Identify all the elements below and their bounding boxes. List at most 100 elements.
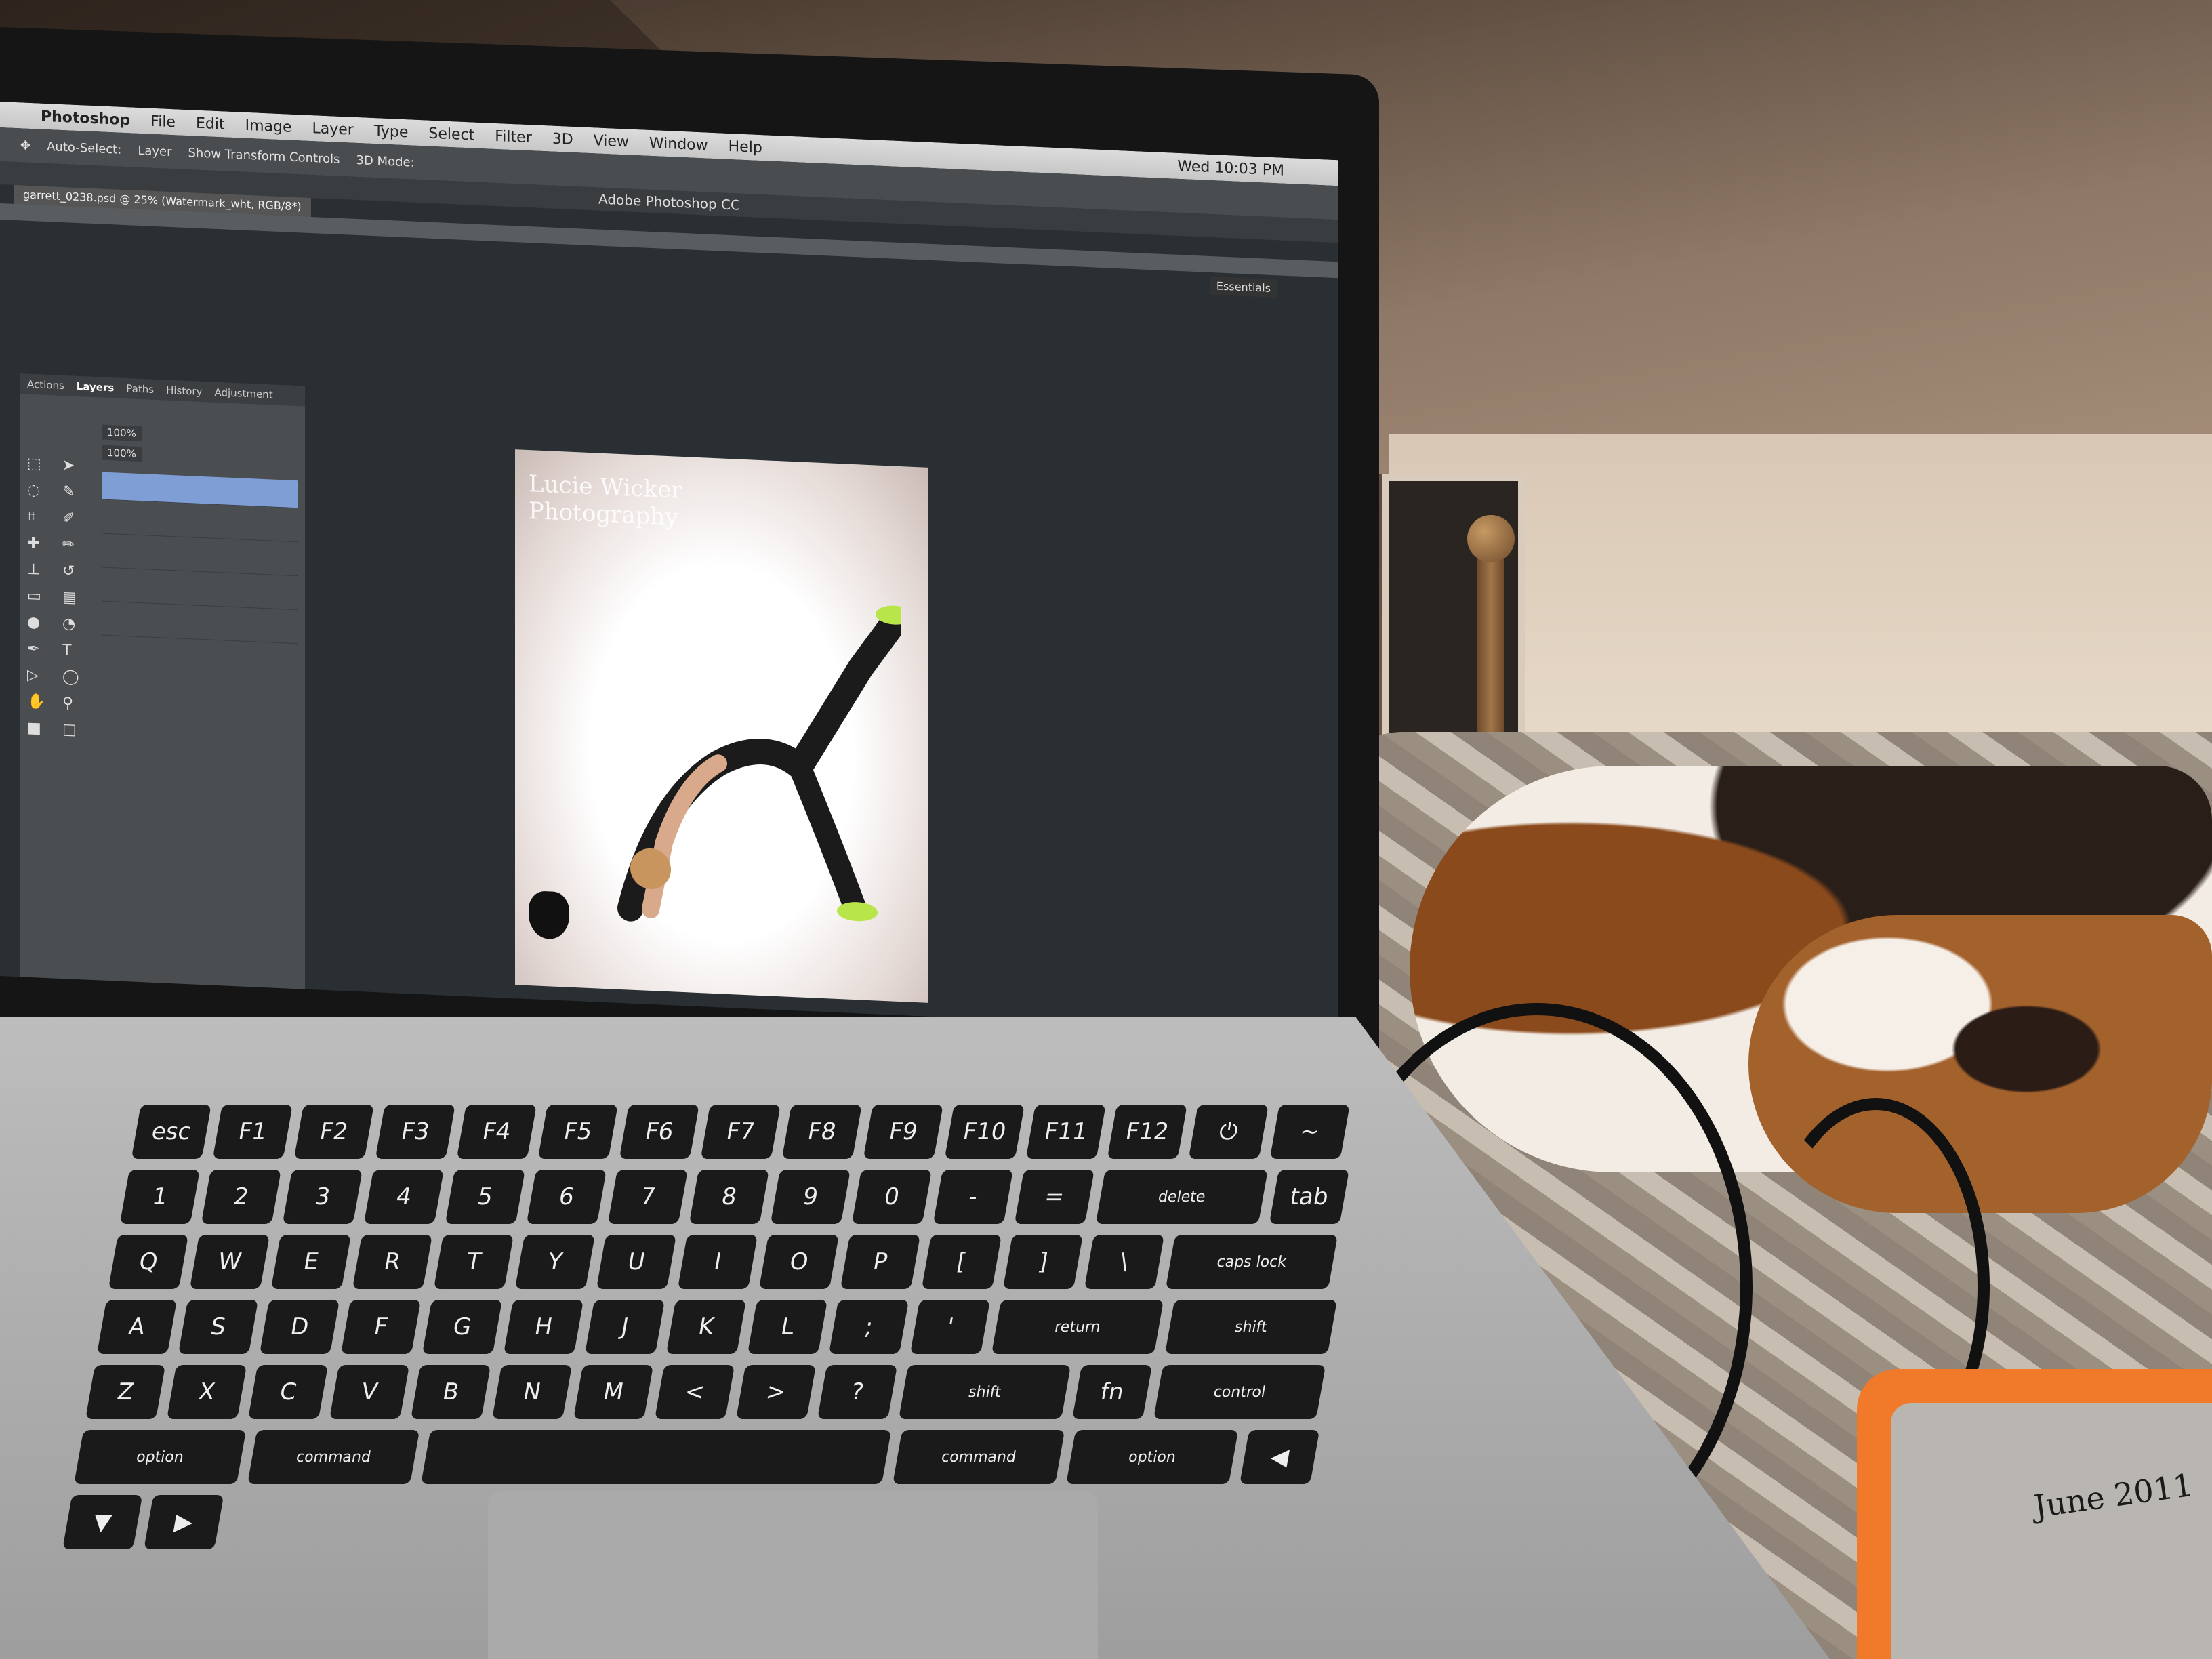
menu-layer[interactable]: Layer	[312, 120, 354, 139]
crop-tool-icon[interactable]: ⌗	[27, 508, 53, 527]
key-r1-3[interactable]: 3	[282, 1170, 363, 1224]
key-r3-3[interactable]: D	[259, 1300, 340, 1354]
key-r3-1[interactable]: A	[96, 1300, 178, 1354]
key-r4-3[interactable]: C	[248, 1365, 329, 1419]
key-r5-5[interactable]: command	[893, 1430, 1065, 1484]
key-r5-3[interactable]: command	[247, 1430, 420, 1484]
key-r2-1[interactable]: Q	[108, 1235, 188, 1289]
key-r0-13[interactable]: ⏻	[1188, 1105, 1269, 1159]
tab-adjustment[interactable]: Adjustment	[214, 386, 272, 401]
key-r5-2[interactable]: option	[74, 1430, 247, 1484]
key-r2-11[interactable]: [	[921, 1235, 1002, 1289]
key-r3-9[interactable]: L	[747, 1300, 828, 1354]
tab-actions[interactable]: Actions	[27, 378, 64, 392]
key-r5-9[interactable]: ▶	[144, 1495, 224, 1549]
key-r3-5[interactable]: G	[422, 1300, 503, 1354]
menu-app-name[interactable]: Photoshop	[41, 108, 130, 129]
key-r5-6[interactable]: option	[1066, 1430, 1239, 1484]
key-r1-10[interactable]: 0	[851, 1170, 932, 1224]
auto-select-target[interactable]: Layer	[138, 143, 171, 159]
key-r4-8[interactable]: <	[655, 1365, 735, 1419]
menu-help[interactable]: Help	[729, 138, 762, 156]
layer-row[interactable]	[102, 506, 298, 543]
key-r0-4[interactable]: F4	[456, 1105, 537, 1159]
key-r2-6[interactable]: Y	[514, 1235, 595, 1289]
key-r0-2[interactable]: F2	[293, 1105, 374, 1159]
key-r2-13[interactable]: \	[1084, 1235, 1164, 1289]
layer-row[interactable]	[102, 607, 298, 644]
menu-3d[interactable]: 3D	[552, 130, 573, 148]
tab-layers[interactable]: Layers	[77, 380, 115, 394]
key-r1-5[interactable]: 5	[445, 1170, 525, 1224]
quick-select-icon[interactable]: ✎	[62, 483, 88, 501]
key-r2-10[interactable]: P	[840, 1235, 920, 1289]
key-r5-0[interactable]: fn	[1072, 1365, 1153, 1419]
background-color-swatch[interactable]: □	[62, 721, 88, 739]
key-r1-1[interactable]: 1	[119, 1170, 200, 1224]
shape-tool-icon[interactable]: ◯	[62, 668, 88, 687]
key-r4-10[interactable]: ?	[817, 1365, 898, 1419]
key-r4-5[interactable]: B	[411, 1365, 491, 1419]
key-r0-5[interactable]: F5	[537, 1105, 618, 1159]
menu-window[interactable]: Window	[649, 134, 708, 154]
menu-file[interactable]: File	[150, 112, 176, 131]
key-r4-9[interactable]: >	[736, 1365, 817, 1419]
type-tool-icon[interactable]: T	[62, 642, 88, 660]
layer-row[interactable]	[102, 539, 298, 577]
key-r1-8[interactable]: 8	[689, 1170, 769, 1224]
key-r5-8[interactable]: ▼	[62, 1495, 143, 1549]
foreground-color-swatch[interactable]: ■	[27, 720, 53, 738]
key-r0-1[interactable]: F1	[212, 1105, 293, 1159]
key-r0-9[interactable]: F9	[863, 1105, 943, 1159]
blur-tool-icon[interactable]: ●	[27, 614, 53, 632]
key-r4-7[interactable]: M	[573, 1365, 654, 1419]
key-r4-2[interactable]: X	[167, 1365, 247, 1419]
opacity-field[interactable]: 100%	[102, 424, 142, 442]
key-r3-4[interactable]: F	[340, 1300, 422, 1354]
hand-tool-icon[interactable]: ✋	[27, 693, 53, 712]
key-space[interactable]	[421, 1430, 892, 1484]
tab-paths[interactable]: Paths	[126, 382, 154, 396]
healing-brush-icon[interactable]: ✚	[27, 535, 53, 553]
gradient-tool-icon[interactable]: ▤	[62, 589, 88, 607]
key-r5-7[interactable]: ◀	[1240, 1430, 1320, 1484]
key-r2-7[interactable]: U	[596, 1235, 676, 1289]
key-r1-12[interactable]: =	[1014, 1170, 1094, 1224]
key-r3-11[interactable]: '	[909, 1300, 991, 1354]
key-r2-5[interactable]: T	[433, 1235, 514, 1289]
key-r0-7[interactable]: F7	[700, 1105, 781, 1159]
workspace-switcher[interactable]: Essentials	[1209, 276, 1277, 298]
key-r3-10[interactable]: ;	[828, 1300, 909, 1354]
key-r2-2[interactable]: W	[189, 1235, 270, 1289]
menu-view[interactable]: View	[594, 132, 629, 150]
document-canvas[interactable]: Lucie Wicker Photography	[515, 449, 928, 1003]
menu-select[interactable]: Select	[428, 125, 474, 144]
key-r3-0[interactable]: caps lock	[1165, 1235, 1338, 1289]
key-r3-8[interactable]: K	[665, 1300, 747, 1354]
marquee-tool-icon[interactable]: ⬚	[27, 455, 53, 474]
key-r3-12[interactable]: return	[991, 1300, 1164, 1354]
key-r3-2[interactable]: S	[178, 1300, 259, 1354]
key-r2-9[interactable]: O	[758, 1235, 839, 1289]
stamp-tool-icon[interactable]: ⊥	[27, 561, 53, 579]
key-r3-7[interactable]: J	[584, 1300, 665, 1354]
key-r1-4[interactable]: 4	[363, 1170, 444, 1224]
key-r4-4[interactable]: V	[329, 1365, 410, 1419]
key-r1-11[interactable]: -	[933, 1170, 1013, 1224]
key-r1-9[interactable]: 9	[770, 1170, 851, 1224]
layer-row[interactable]	[102, 573, 298, 611]
key-r0-8[interactable]: F8	[781, 1105, 862, 1159]
layer-row-selected[interactable]	[102, 472, 298, 509]
key-r2-12[interactable]: ]	[1002, 1235, 1083, 1289]
key-r0-0[interactable]: esc	[131, 1105, 211, 1159]
menu-filter[interactable]: Filter	[495, 127, 531, 146]
menu-edit[interactable]: Edit	[196, 115, 225, 133]
path-select-icon[interactable]: ▷	[27, 667, 53, 685]
eyedropper-icon[interactable]: ✐	[62, 510, 88, 528]
menubar-clock[interactable]: Wed 10:03 PM	[1177, 157, 1284, 179]
key-r3-6[interactable]: H	[503, 1300, 584, 1354]
trackpad[interactable]	[488, 1491, 1098, 1659]
menu-image[interactable]: Image	[245, 117, 292, 136]
zoom-tool-icon[interactable]: ⚲	[62, 695, 88, 713]
key-r2-8[interactable]: I	[677, 1235, 758, 1289]
